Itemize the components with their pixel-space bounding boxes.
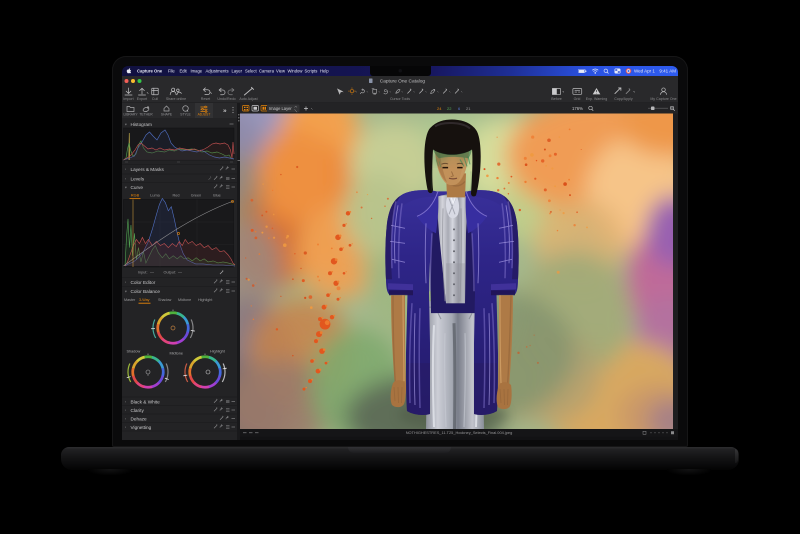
svg-text:Highlight: Highlight [210, 350, 226, 354]
svg-text:LIBRARY: LIBRARY [123, 113, 138, 117]
svg-text:Reset: Reset [201, 97, 210, 101]
svg-text:22: 22 [447, 106, 452, 111]
svg-text:Cursor Tools: Cursor Tools [390, 97, 410, 101]
svg-text:24: 24 [437, 106, 442, 111]
svg-text:»: » [223, 108, 227, 115]
svg-text:Color Balance: Color Balance [131, 289, 161, 294]
svg-text:Histogram: Histogram [131, 122, 152, 127]
svg-text:Highlight: Highlight [198, 298, 212, 302]
svg-text:Vignetting: Vignetting [131, 425, 152, 430]
svg-text:Before: Before [551, 97, 562, 101]
svg-text:6: 6 [458, 106, 461, 111]
svg-text:Midtone: Midtone [178, 298, 191, 302]
svg-text:STYLE: STYLE [180, 113, 191, 117]
svg-text:Clarity: Clarity [131, 408, 145, 413]
svg-text:Black & White: Black & White [131, 400, 161, 405]
svg-text:Red: Red [173, 194, 180, 198]
svg-text:Master: Master [124, 298, 136, 302]
svg-text:▾: ▾ [125, 123, 127, 127]
svg-text:Output:: Output: [164, 271, 176, 275]
svg-text:Layers & Masks: Layers & Masks [131, 167, 165, 172]
svg-text:Color Editor: Color Editor [131, 280, 156, 285]
svg-text:Share online: Share online [166, 97, 186, 101]
svg-text:Export: Export [137, 97, 147, 101]
svg-text:Input:: Input: [138, 271, 148, 275]
svg-text:Curve: Curve [131, 185, 144, 190]
svg-text:Levels: Levels [131, 177, 145, 182]
svg-text:Undo/Redo: Undo/Redo [217, 97, 235, 101]
svg-text:Luma: Luma [150, 194, 160, 198]
svg-text:Import: Import [123, 97, 133, 101]
svg-text:Auto Adjust: Auto Adjust [239, 97, 257, 101]
svg-text:Exp. Warning: Exp. Warning [586, 97, 607, 101]
svg-text:Shadow: Shadow [127, 350, 141, 354]
svg-text:Image Layer: Image Layer [269, 106, 292, 111]
svg-text:Blue: Blue [213, 194, 221, 198]
svg-text:SHAPE: SHAPE [161, 113, 173, 117]
svg-text:My Capture One: My Capture One [650, 97, 676, 101]
svg-text:Copy/Apply: Copy/Apply [614, 97, 633, 101]
svg-text:▾: ▾ [125, 186, 127, 190]
svg-text:ADJUST: ADJUST [198, 113, 211, 117]
svg-text:3-Way: 3-Way [139, 298, 150, 302]
svg-text:Dehaze: Dehaze [131, 417, 148, 422]
svg-text:21: 21 [466, 106, 471, 111]
svg-text:Green: Green [191, 194, 202, 198]
svg-text:TETHER: TETHER [139, 113, 153, 117]
svg-text:Midtone: Midtone [170, 352, 184, 356]
svg-text:Grid: Grid [574, 97, 581, 101]
svg-text:Cull: Cull [152, 97, 158, 101]
svg-text:176%: 176% [572, 106, 583, 111]
svg-text:RGB: RGB [131, 194, 140, 198]
svg-text:▾: ▾ [125, 290, 127, 294]
svg-text:Shadow: Shadow [158, 298, 172, 302]
